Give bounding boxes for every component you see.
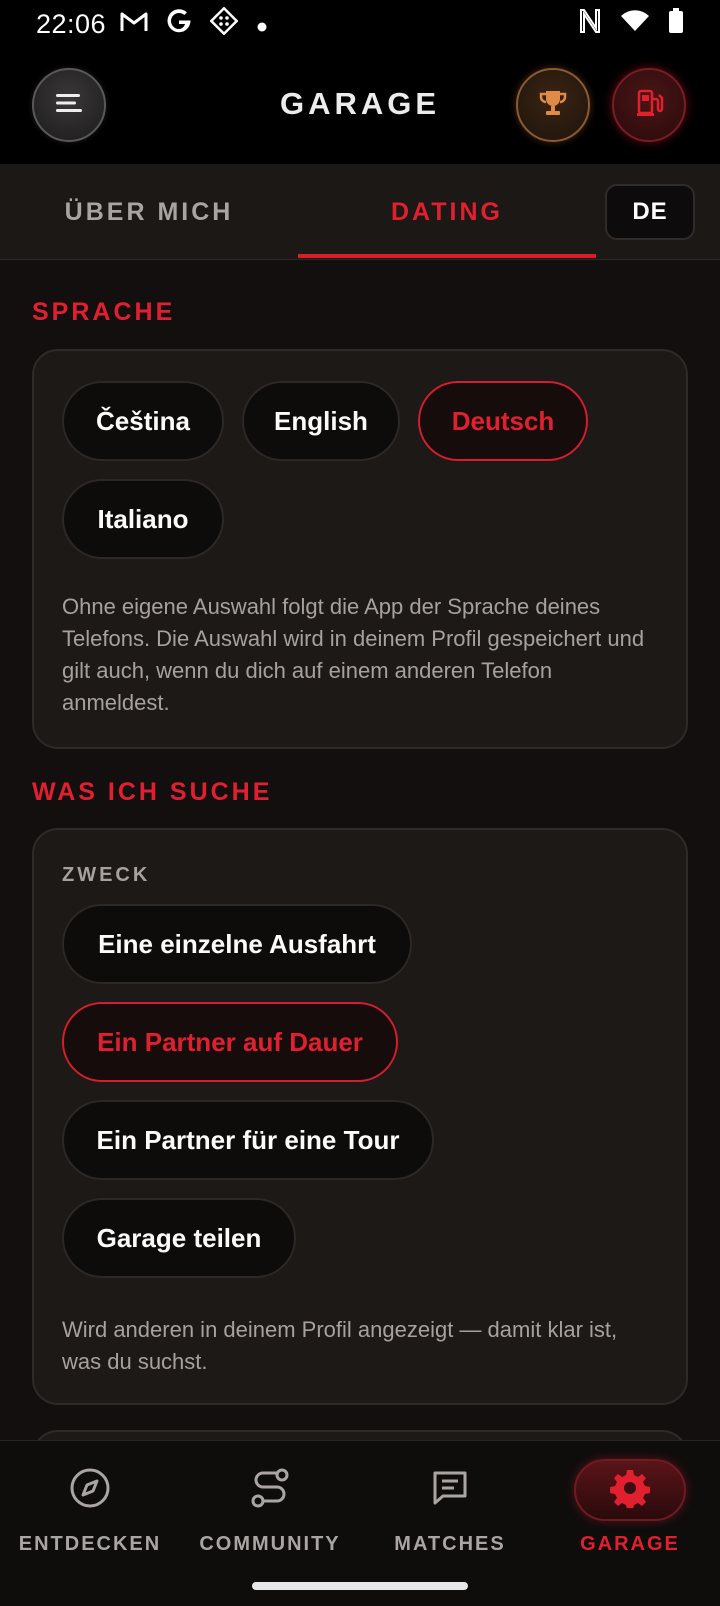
nav-item-matches[interactable]: MATCHES xyxy=(360,1441,540,1591)
purpose-note: Wird anderen in deinem Profil angezeigt … xyxy=(62,1317,618,1374)
route-icon xyxy=(249,1467,291,1514)
dot-icon xyxy=(256,9,268,40)
tab-dating[interactable]: DATING xyxy=(298,164,596,260)
top-app-bar: GARAGE xyxy=(0,48,720,164)
purpose-option-single-ride[interactable]: Eine einzelne Ausfahrt xyxy=(62,904,412,984)
language-note: Ohne eigene Auswahl folgt die App der Sp… xyxy=(62,594,645,715)
google-icon xyxy=(166,8,192,41)
language-card: Čeština English Deutsch Italiano Ohne ei… xyxy=(32,349,688,749)
fuel-icon xyxy=(633,87,665,124)
nfc-icon xyxy=(578,8,602,41)
nav-item-community[interactable]: COMMUNITY xyxy=(180,1441,360,1591)
home-indicator[interactable] xyxy=(252,1582,468,1590)
nav-item-entdecken[interactable]: ENTDECKEN xyxy=(0,1441,180,1591)
nav-item-garage[interactable]: GARAGE xyxy=(540,1441,720,1591)
nav-label-community: COMMUNITY xyxy=(199,1533,341,1555)
wifi-icon xyxy=(620,9,650,40)
nav-label-garage: GARAGE xyxy=(580,1533,680,1555)
trophy-icon xyxy=(537,87,569,124)
language-option-italiano[interactable]: Italiano xyxy=(62,479,224,559)
nav-label-matches: MATCHES xyxy=(394,1533,506,1555)
fuel-button[interactable] xyxy=(612,68,686,142)
language-option-english[interactable]: English xyxy=(242,381,400,461)
game-icon xyxy=(209,6,239,42)
chat-icon xyxy=(430,1468,470,1513)
section-title-was-ich-suche: WAS ICH SUCHE xyxy=(32,778,273,806)
compass-icon xyxy=(69,1467,111,1514)
purpose-subtitle: ZWECK xyxy=(62,864,151,886)
purpose-card: ZWECK Eine einzelne Ausfahrt Ein Partner… xyxy=(32,828,688,1405)
purpose-option-tour-partner[interactable]: Ein Partner für eine Tour xyxy=(62,1100,434,1180)
trophy-button[interactable] xyxy=(516,68,590,142)
purpose-option-share-garage[interactable]: Garage teilen xyxy=(62,1198,296,1278)
battery-icon xyxy=(668,7,684,41)
section-title-sprache: SPRACHE xyxy=(32,298,176,326)
nav-label-entdecken: ENTDECKEN xyxy=(18,1533,162,1555)
tab-ueber-mich[interactable]: ÜBER MICH xyxy=(0,164,298,260)
status-bar: 22:06 xyxy=(0,0,720,48)
profile-tabs: ÜBER MICH DATING DE xyxy=(0,164,720,260)
language-pill[interactable]: DE xyxy=(605,184,695,240)
status-time: 22:06 xyxy=(36,8,107,39)
purpose-option-long-term-partner[interactable]: Ein Partner auf Dauer xyxy=(62,1002,398,1082)
gear-icon xyxy=(610,1468,650,1513)
gmail-icon xyxy=(120,9,148,40)
language-option-deutsch[interactable]: Deutsch xyxy=(418,381,588,461)
active-tab-indicator xyxy=(298,254,596,258)
language-option-cestina[interactable]: Čeština xyxy=(62,381,224,461)
